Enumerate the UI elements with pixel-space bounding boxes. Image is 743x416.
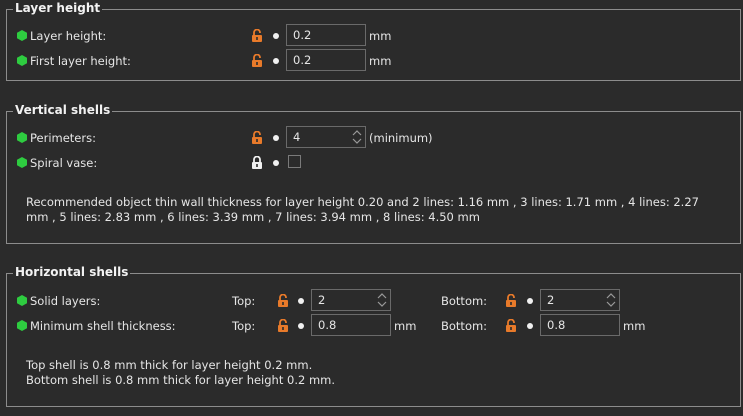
- note-line: Recommended object thin wall thickness f…: [26, 195, 699, 209]
- unit-label: mm: [369, 29, 392, 43]
- setting-status-icon: [17, 157, 27, 168]
- setting-status-icon: [17, 55, 27, 66]
- unlocked-icon[interactable]: [251, 54, 263, 67]
- spin-arrows-icon[interactable]: [604, 290, 618, 310]
- group-title: Horizontal shells: [13, 265, 131, 279]
- perimeters-label: Perimeters:: [30, 131, 96, 145]
- layer-height-input[interactable]: 0.2: [286, 24, 366, 46]
- note-line: Top shell is 0.8 mm thick for layer heig…: [26, 358, 313, 372]
- bullet-icon: [527, 323, 533, 329]
- group-title: Layer height: [13, 1, 103, 15]
- unit-label: mm: [394, 319, 417, 333]
- unit-label: (minimum): [369, 131, 433, 145]
- note-line: Bottom shell is 0.8 mm thick for layer h…: [26, 373, 336, 387]
- spin-arrows-icon[interactable]: [350, 127, 364, 147]
- shell-thickness-note: Top shell is 0.8 mm thick for layer heig…: [26, 358, 726, 388]
- unlocked-icon[interactable]: [251, 29, 263, 42]
- first-layer-height-label: First layer height:: [30, 54, 131, 68]
- bullet-icon: [298, 298, 304, 304]
- setting-status-icon: [17, 295, 27, 306]
- bullet-icon: [273, 58, 279, 64]
- unlocked-icon[interactable]: [277, 294, 289, 307]
- setting-status-icon: [17, 30, 27, 41]
- min-shell-bottom-input[interactable]: 0.8: [540, 314, 620, 336]
- top-label: Top:: [232, 319, 256, 333]
- locked-icon[interactable]: [251, 156, 263, 169]
- first-layer-height-input[interactable]: 0.2: [286, 49, 366, 71]
- bottom-label: Bottom:: [441, 319, 488, 333]
- thin-wall-note: Recommended object thin wall thickness f…: [26, 195, 726, 225]
- layer-height-group: Layer height: [6, 1, 741, 81]
- layer-height-label: Layer height:: [30, 29, 107, 43]
- bullet-icon: [298, 323, 304, 329]
- unit-label: mm: [369, 54, 392, 68]
- unit-label: mm: [623, 319, 646, 333]
- min-shell-top-input[interactable]: 0.8: [311, 314, 391, 336]
- bullet-icon: [273, 160, 279, 166]
- solid-layers-label: Solid layers:: [30, 294, 101, 308]
- unlocked-icon[interactable]: [277, 319, 289, 332]
- min-shell-thickness-label: Minimum shell thickness:: [30, 319, 176, 333]
- bottom-label: Bottom:: [441, 294, 488, 308]
- bullet-icon: [273, 135, 279, 141]
- setting-status-icon: [17, 320, 27, 331]
- spin-arrows-icon[interactable]: [375, 290, 389, 310]
- unlocked-icon[interactable]: [505, 294, 517, 307]
- spiral-vase-label: Spiral vase:: [30, 156, 98, 170]
- setting-status-icon: [17, 132, 27, 143]
- unlocked-icon[interactable]: [505, 319, 517, 332]
- bullet-icon: [273, 33, 279, 39]
- spiral-vase-checkbox[interactable]: [288, 155, 301, 168]
- bullet-icon: [527, 298, 533, 304]
- group-title: Vertical shells: [13, 103, 113, 117]
- note-line: mm , 5 lines: 2.83 mm , 6 lines: 3.39 mm…: [26, 210, 480, 224]
- unlocked-icon[interactable]: [251, 131, 263, 144]
- top-label: Top:: [232, 294, 256, 308]
